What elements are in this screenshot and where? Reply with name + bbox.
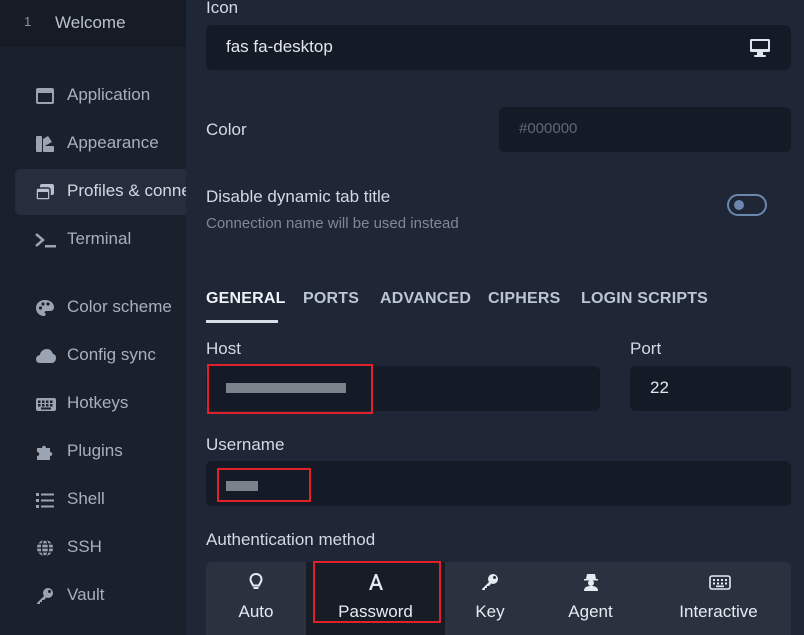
auth-auto-label: Auto [238, 602, 274, 621]
keyboard-icon [35, 395, 56, 413]
highlight-box-host [207, 364, 373, 414]
sidebar-item-hotkeys[interactable]: Hotkeys [15, 381, 186, 427]
tab-number: 1 [24, 14, 32, 29]
auth-interactive-label: Interactive [679, 602, 758, 621]
tab-ciphers[interactable]: CIPHERS [488, 290, 561, 308]
sidebar-item-label: Plugins [67, 441, 123, 460]
window-icon [35, 87, 55, 105]
username-label: Username [206, 435, 285, 454]
color-field-placeholder: #000000 [519, 120, 578, 137]
sidebar-item-ssh[interactable]: SSH [15, 525, 186, 571]
auth-agent-button[interactable]: Agent [535, 562, 646, 635]
cloud-icon [35, 347, 56, 365]
dynamic-title-hint: Connection name will be used instead [206, 215, 459, 232]
host-label: Host [206, 339, 241, 358]
sidebar-item-label: Terminal [67, 229, 132, 248]
sidebar-item-label: Shell [67, 489, 105, 508]
key-icon [480, 572, 500, 592]
globe-icon [35, 539, 55, 557]
auth-key-button[interactable]: Key [445, 562, 535, 635]
sidebar-item-terminal[interactable]: Terminal [15, 217, 186, 263]
tab-general[interactable]: GENERAL [206, 290, 286, 308]
dynamic-title-label: Disable dynamic tab title [206, 187, 391, 206]
sidebar-item-label: Vault [67, 585, 105, 604]
auth-key-label: Key [475, 602, 505, 621]
icon-field-value: fas fa-desktop [226, 37, 333, 56]
puzzle-icon [35, 443, 55, 461]
sidebar-item-shell[interactable]: Shell [15, 477, 186, 523]
highlight-box-username [217, 468, 311, 502]
sidebar-item-label: Config sync [67, 345, 156, 364]
terminal-prompt-icon [35, 231, 56, 249]
dynamic-title-toggle[interactable] [727, 194, 767, 216]
user-secret-icon [581, 572, 601, 592]
sidebar-item-vault[interactable]: Vault [15, 573, 186, 619]
sidebar-item-color-scheme[interactable]: Color scheme [15, 285, 186, 331]
windows-stack-icon [35, 183, 55, 201]
auth-interactive-button[interactable]: Interactive [646, 562, 791, 635]
sidebar: 1 Welcome Application Appearance Profile… [0, 0, 235, 635]
list-icon [35, 491, 55, 509]
sidebar-item-plugins[interactable]: Plugins [15, 429, 186, 475]
sidebar-item-appearance[interactable]: Appearance [15, 121, 186, 167]
sidebar-item-label: Hotkeys [67, 393, 129, 412]
port-label: Port [630, 339, 662, 358]
desktop-icon [749, 38, 771, 63]
sidebar-item-profiles[interactable]: Profiles & connections [15, 169, 235, 215]
key-icon [35, 587, 55, 605]
icon-label: Icon [206, 0, 239, 17]
tab-welcome-label: Welcome [55, 13, 126, 32]
sidebar-item-label: Color scheme [67, 297, 172, 316]
tab-advanced[interactable]: ADVANCED [380, 290, 471, 308]
color-label: Color [206, 120, 247, 139]
tab-login-scripts[interactable]: LOGIN SCRIPTS [581, 290, 708, 308]
toggle-knob [734, 200, 744, 210]
profile-settings-panel: Icon fas fa-desktop Color #000000 Disabl… [186, 0, 804, 635]
active-tab-indicator [206, 320, 278, 323]
auth-auto-button[interactable]: Auto [206, 562, 306, 635]
icon-field[interactable]: fas fa-desktop [206, 25, 791, 70]
sidebar-item-config-sync[interactable]: Config sync [15, 333, 186, 379]
palette-swatch-icon [35, 135, 55, 153]
highlight-box-password [313, 561, 441, 623]
keyboard-icon [708, 572, 731, 592]
auth-method-label: Authentication method [206, 530, 376, 549]
tab-ports[interactable]: PORTS [303, 290, 359, 308]
sidebar-item-label: Application [67, 85, 151, 104]
sidebar-item-application[interactable]: Application [15, 73, 186, 119]
color-field[interactable]: #000000 [499, 107, 791, 152]
port-field[interactable]: 22 [630, 366, 791, 411]
sidebar-item-label: Appearance [67, 133, 159, 152]
tab-welcome[interactable]: 1 Welcome [0, 0, 186, 47]
port-field-value: 22 [650, 378, 669, 397]
palette-icon [35, 299, 55, 317]
lightbulb-icon [246, 572, 266, 592]
auth-agent-label: Agent [568, 602, 613, 621]
sidebar-item-label: SSH [67, 537, 102, 556]
